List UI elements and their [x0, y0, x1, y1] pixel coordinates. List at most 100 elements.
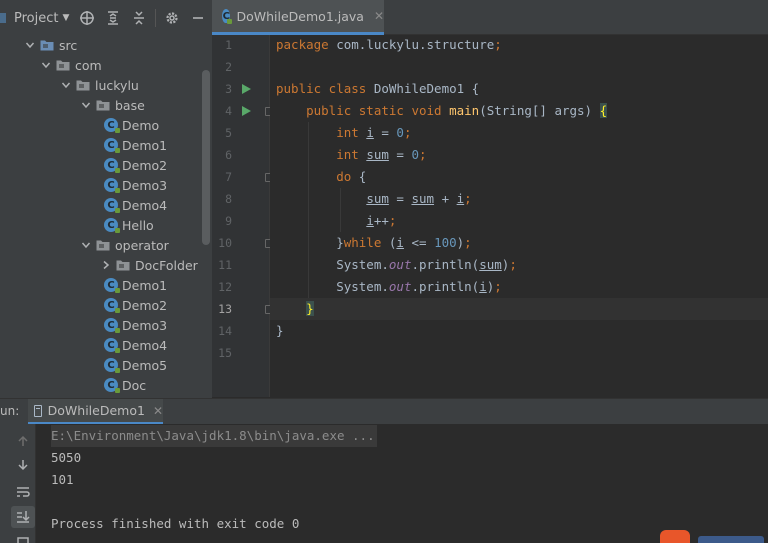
project-view-selector[interactable]: Project ▼: [0, 11, 70, 26]
code-token: i: [366, 125, 374, 140]
tree-item[interactable]: base: [80, 95, 145, 115]
tree-item[interactable]: C Doc: [104, 375, 146, 395]
code-token: 0: [396, 125, 404, 140]
code-token: out: [388, 279, 412, 294]
code-token: i: [396, 235, 404, 250]
chevron-down-icon[interactable]: [40, 59, 52, 71]
console-command-line: E:\Environment\Java\jdk1.8\bin\java.exe …: [51, 425, 377, 447]
tree-item-label: Demo4: [122, 197, 168, 213]
code-token: public class: [276, 81, 374, 96]
scroll-to-end-icon[interactable]: [11, 506, 35, 528]
line-number: 11: [218, 258, 232, 272]
run-play-icon[interactable]: [242, 84, 251, 94]
code-line: System.out.println(sum);: [276, 254, 517, 276]
tree-item[interactable]: C Demo1: [104, 135, 167, 155]
tree-item-label: Demo1: [122, 137, 168, 153]
code-line: int i = 0;: [276, 122, 411, 144]
chevron-down-icon[interactable]: [80, 99, 92, 111]
tree-item[interactable]: C Demo2: [104, 155, 167, 175]
console-output[interactable]: E:\Environment\Java\jdk1.8\bin\java.exe …: [36, 424, 768, 543]
editor-tab-dowhiledemo1[interactable]: C DoWhileDemo1.java ✕: [212, 0, 384, 35]
gear-icon[interactable]: [164, 10, 180, 26]
collapse-all-icon[interactable]: [131, 10, 147, 26]
code-token: i: [479, 279, 487, 294]
print-icon[interactable]: [11, 530, 35, 543]
java-class-icon: C: [104, 198, 120, 213]
chevron-right-icon[interactable]: [100, 259, 112, 271]
code-token: package: [276, 37, 337, 52]
package-icon: [116, 259, 130, 271]
run-play-icon[interactable]: [242, 106, 251, 116]
tree-item[interactable]: C Demo2: [104, 295, 167, 315]
tree-item[interactable]: C Demo5: [104, 355, 167, 375]
close-icon[interactable]: ✕: [153, 404, 163, 418]
soft-wrap-icon[interactable]: [11, 481, 35, 503]
expand-all-icon[interactable]: [105, 10, 121, 26]
code-token: sum: [366, 191, 389, 206]
tree-item[interactable]: C Demo3: [104, 315, 167, 335]
run-tab-dowhiledemo1[interactable]: DoWhileDemo1 ✕: [28, 399, 163, 425]
project-header: Project ▼: [0, 0, 212, 36]
code-token: {: [599, 103, 608, 118]
java-class-icon: C: [104, 298, 120, 313]
tree-item[interactable]: C Demo4: [104, 195, 167, 215]
tree-item[interactable]: com: [40, 55, 102, 75]
java-class-icon: C: [104, 118, 120, 133]
java-class-icon: C: [104, 358, 120, 373]
line-number: 9: [225, 214, 232, 228]
tree-item[interactable]: src: [24, 35, 77, 55]
line-number: 7: [225, 170, 232, 184]
tree-item[interactable]: C Hello: [104, 215, 154, 235]
run-tab-label: DoWhileDemo1: [47, 403, 145, 418]
console-icon: [34, 404, 42, 417]
line-number: 8: [225, 192, 232, 206]
chevron-down-icon: ▼: [62, 13, 70, 23]
close-icon[interactable]: ✕: [374, 9, 384, 23]
tree-item-label: src: [59, 37, 78, 53]
tree-scrollbar[interactable]: [202, 70, 210, 245]
tree-item-label: Hello: [122, 217, 154, 233]
hide-panel-icon[interactable]: [190, 10, 206, 26]
project-tool-window: Project ▼ src com luckylu base C Demo C Demo1 C D…: [0, 0, 212, 398]
code-token: (String[] args): [479, 103, 600, 118]
code-token: {: [358, 169, 367, 184]
tree-item[interactable]: DocFolder: [100, 255, 198, 275]
code-token: ;: [419, 147, 427, 162]
line-number: 14: [218, 324, 232, 338]
code-token: DoWhileDemo1 {: [373, 81, 480, 96]
code-token: System.: [276, 257, 389, 272]
package-icon: [96, 99, 110, 111]
code-token: sum: [479, 257, 502, 272]
arrow-up-icon[interactable]: [11, 430, 35, 452]
chevron-down-icon[interactable]: [60, 79, 72, 91]
line-number: 13: [218, 302, 232, 316]
package-icon: [76, 79, 90, 91]
run-label: un:: [0, 404, 20, 418]
tree-item[interactable]: luckylu: [60, 75, 139, 95]
java-class-icon: C: [222, 9, 234, 24]
tree-item[interactable]: operator: [80, 235, 169, 255]
line-number: 15: [218, 346, 232, 360]
code-line: do {: [276, 166, 366, 188]
arrow-down-icon[interactable]: [11, 454, 35, 476]
code-line: int sum = 0;: [276, 144, 427, 166]
tree-item[interactable]: C Demo4: [104, 335, 167, 355]
java-class-icon: C: [104, 318, 120, 333]
code-line: i++;: [276, 210, 396, 232]
tree-item[interactable]: C Demo: [104, 115, 159, 135]
line-number: 3: [225, 82, 232, 96]
tree-item-label: com: [75, 57, 102, 73]
tree-item[interactable]: C Demo1: [104, 275, 167, 295]
locate-target-icon[interactable]: [79, 10, 95, 26]
tree-item-label: DocFolder: [135, 257, 198, 273]
tree-item-label: operator: [115, 237, 169, 253]
chevron-down-icon[interactable]: [24, 39, 36, 51]
code-token: int: [276, 147, 367, 162]
code-token: ;: [388, 213, 397, 228]
tree-item[interactable]: C Demo3: [104, 175, 167, 195]
code-editor[interactable]: package com.luckylu.structure; public cla…: [270, 35, 768, 397]
code-token: out: [388, 257, 412, 272]
line-number: 5: [225, 126, 232, 140]
chevron-down-icon[interactable]: [80, 239, 92, 251]
